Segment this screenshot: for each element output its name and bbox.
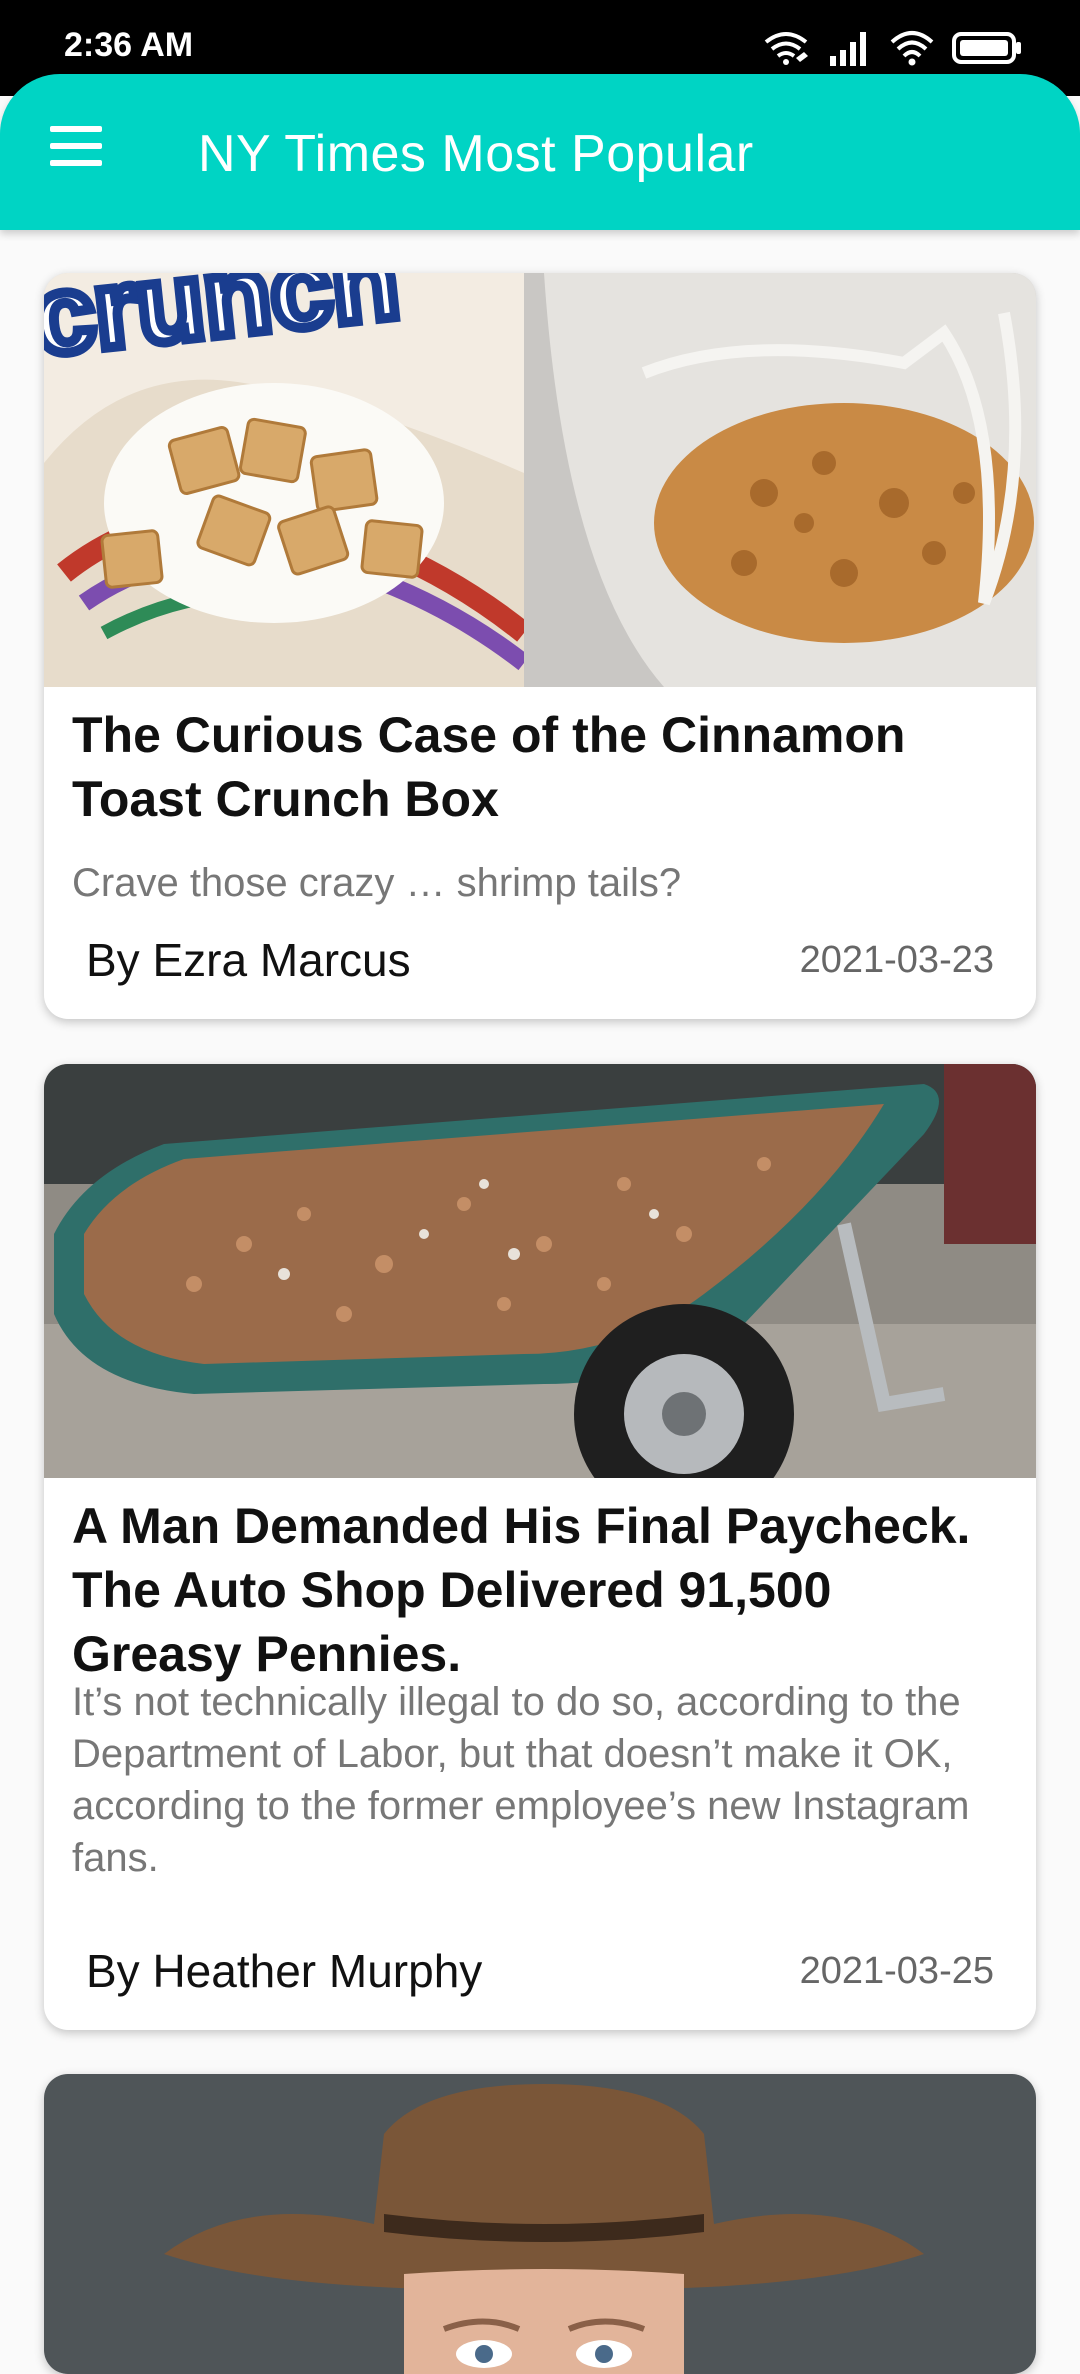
- wifi-calling-icon: [764, 32, 808, 65]
- battery-icon: [952, 32, 1021, 64]
- article-card[interactable]: crunch The Curious Case of the Cinnamon …: [44, 273, 1036, 1019]
- status-icons: [762, 26, 1024, 70]
- article-byline: By Ezra Marcus: [86, 934, 411, 986]
- article-title[interactable]: The Curious Case of the Cinnamon Toast C…: [72, 703, 1012, 831]
- wifi-icon: [890, 31, 934, 66]
- signal-icon: [830, 32, 866, 66]
- article-card[interactable]: A Man Demanded His Final Paycheck. The A…: [44, 1064, 1036, 2030]
- article-image[interactable]: [44, 1064, 1036, 1478]
- article-card[interactable]: [44, 2074, 1036, 2374]
- article-date: 2021-03-25: [799, 1950, 994, 1992]
- status-time: 2:36 AM: [64, 26, 194, 64]
- article-abstract: It’s not technically illegal to do so, a…: [72, 1680, 970, 1880]
- app-bar: NY Times Most Popular: [0, 74, 1080, 230]
- article-title[interactable]: A Man Demanded His Final Paycheck. The A…: [72, 1494, 1012, 1686]
- article-image[interactable]: crunch: [44, 273, 1036, 687]
- article-abstract: Crave those crazy … shrimp tails?: [72, 861, 682, 905]
- app-title: NY Times Most Popular: [198, 125, 754, 183]
- article-byline: By Heather Murphy: [86, 1945, 483, 1997]
- article-image[interactable]: [44, 2074, 1036, 2374]
- menu-icon[interactable]: [50, 126, 102, 166]
- article-date: 2021-03-23: [799, 939, 994, 981]
